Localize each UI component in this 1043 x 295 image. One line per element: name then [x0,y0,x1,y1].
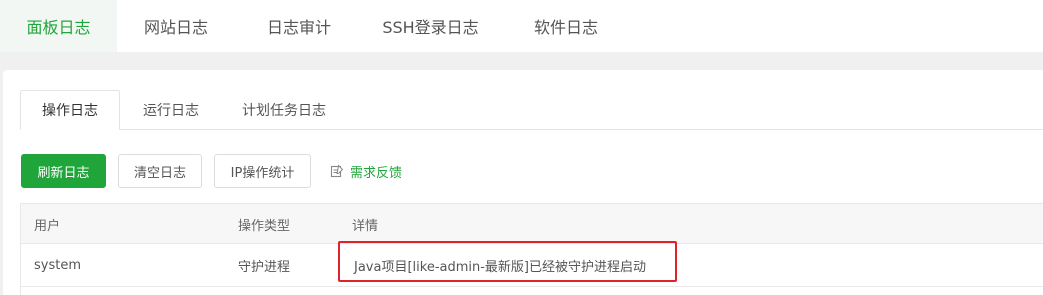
log-panel: 操作日志 运行日志 计划任务日志 刷新日志 清空日志 IP操作统计 需求反馈 用… [3,70,1043,295]
feedback-link[interactable]: 需求反馈 [330,154,402,188]
tab-website-log[interactable]: 网站日志 [117,0,235,52]
operation-log-table: 用户 操作类型 详情 system 守护进程 Java项目[like-admin… [20,203,1043,295]
subtab-cron-log[interactable]: 计划任务日志 [222,90,346,130]
cell-operation-type: 守护进程 [238,260,291,275]
tab-software-log[interactable]: 软件日志 [498,0,634,52]
header-detail: 详情 [352,218,379,234]
subtab-run-log[interactable]: 运行日志 [120,90,222,130]
table-row: system 守护进程 Java项目[like-admin-最新版]已经被守护进… [21,244,1043,287]
edit-icon [330,164,344,178]
tab-panel-log[interactable]: 面板日志 [0,0,117,52]
tab-log-audit[interactable]: 日志审计 [235,0,363,52]
top-tab-bar: 面板日志 网站日志 日志审计 SSH登录日志 软件日志 [0,0,1043,52]
cell-user: system [34,258,81,273]
header-operation-type: 操作类型 [238,218,291,234]
header-user: 用户 [34,218,61,234]
subtab-operation-log[interactable]: 操作日志 [20,90,120,130]
cell-detail: Java项目[like-admin-最新版]已经被守护进程启动 [354,260,647,275]
ip-stats-button[interactable]: IP操作统计 [214,154,311,188]
tab-ssh-login-log[interactable]: SSH登录日志 [363,0,498,52]
clear-log-button[interactable]: 清空日志 [118,154,202,188]
sub-tab-bar: 操作日志 运行日志 计划任务日志 [20,90,1043,130]
table-header: 用户 操作类型 详情 [21,204,1043,244]
refresh-log-button[interactable]: 刷新日志 [21,154,106,188]
feedback-label: 需求反馈 [350,165,403,181]
